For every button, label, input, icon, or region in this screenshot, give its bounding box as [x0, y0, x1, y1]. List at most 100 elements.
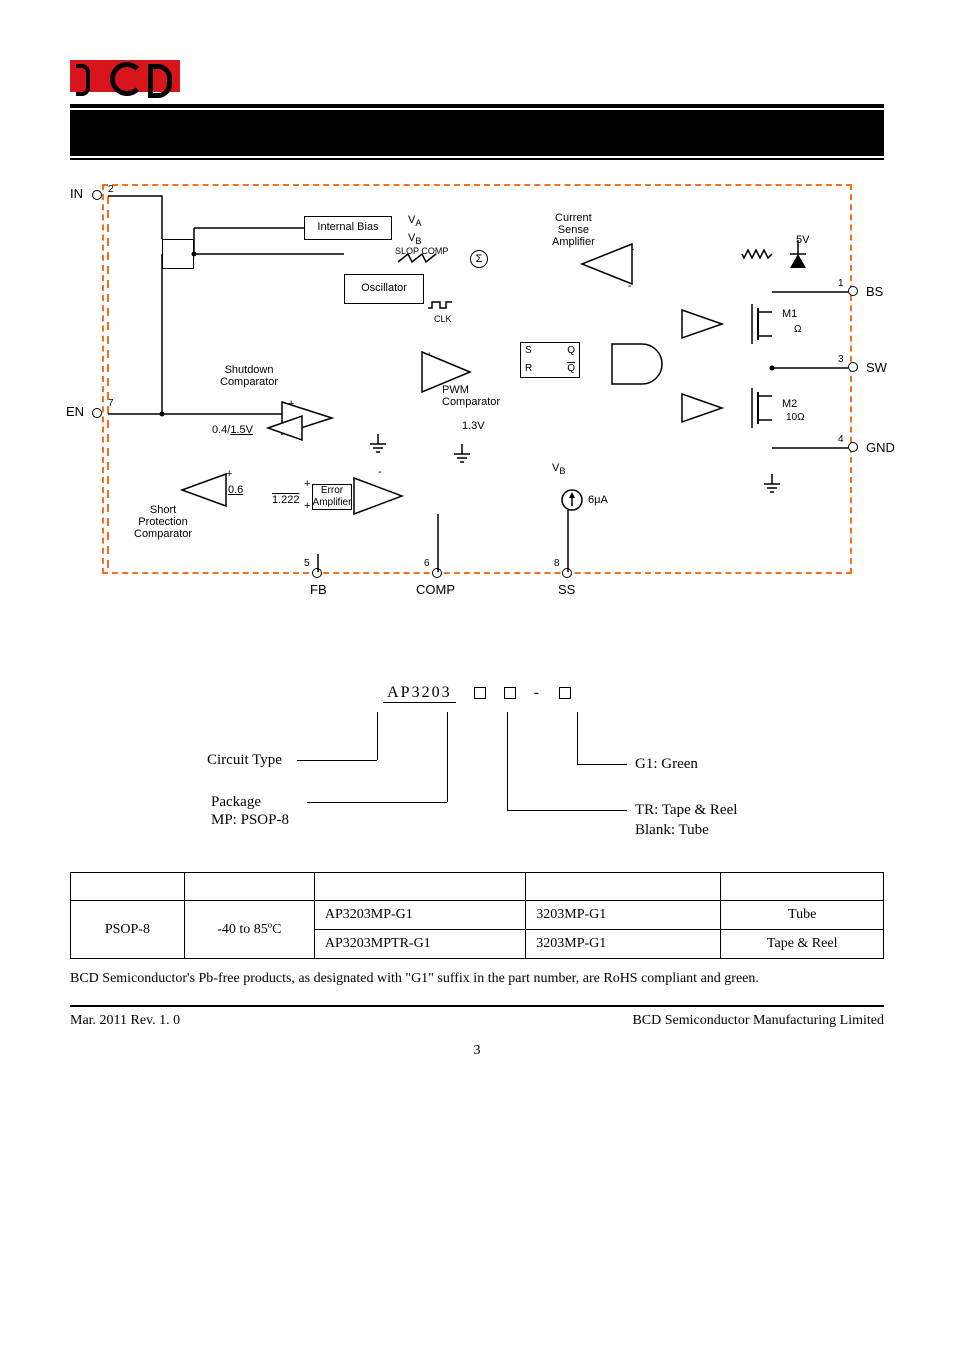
- sr-r: R: [525, 363, 532, 375]
- table-header-row: [71, 873, 884, 901]
- ea-minus: -: [378, 466, 382, 478]
- pwm-minus: -: [426, 378, 430, 390]
- pin-gnd-ring: [848, 442, 858, 452]
- pin-gnd-label: GND: [866, 440, 895, 455]
- table-row: PSOP-8 -40 to 85ºC AP3203MP-G1 3203MP-G1…: [71, 901, 884, 930]
- label-package: Package: [211, 794, 261, 811]
- label-1-222: 1.222: [272, 494, 300, 506]
- title-blackbar: [70, 110, 884, 156]
- footer-rule: [70, 1005, 884, 1007]
- pin-ss-num: 8: [554, 558, 560, 569]
- tree-line: [377, 712, 378, 760]
- order-box-1: [474, 687, 486, 699]
- pin-en-label: EN: [66, 404, 84, 419]
- cell-mark2: 3203MP-G1: [526, 930, 721, 959]
- cell-ship1: Tube: [721, 901, 884, 930]
- page-footer: Mar. 2011 Rev. 1. 0 BCD Semiconductor Ma…: [70, 1013, 884, 1029]
- pin-ss-ring: [562, 568, 572, 578]
- pin-in-ring: [92, 190, 102, 200]
- label-vb: VB: [408, 232, 421, 246]
- pin-bs-num: 1: [838, 278, 844, 289]
- logo-b-icon: [70, 60, 106, 92]
- sr-qbar: Q: [567, 363, 575, 375]
- label-m1-ohm: Ω: [794, 324, 801, 335]
- tree-line: [577, 712, 578, 764]
- pin-fb-ring: [312, 568, 322, 578]
- bcd-logo: [70, 60, 884, 92]
- tree-line: [507, 712, 508, 810]
- tree-line: [447, 712, 448, 802]
- order-box-3: [559, 687, 571, 699]
- top-rule-thick: [70, 104, 884, 108]
- block-internal-bias: Internal Bias: [304, 216, 392, 240]
- pin-comp-num: 6: [424, 558, 430, 569]
- cell-mark1: 3203MP-G1: [526, 901, 721, 930]
- part-number-template: AP3203 -: [167, 684, 787, 706]
- label-m2: M2: [782, 398, 797, 410]
- functional-block-diagram: IN 2 EN 7 1 BS 3 SW 4 GND 5 FB 6 COMP 8 …: [72, 184, 882, 624]
- ordering-info: AP3203 - Circuit Type Package MP: PSOP-8…: [167, 684, 787, 852]
- label-0-6: 0.6: [228, 484, 243, 496]
- pin-gnd-num: 4: [838, 434, 844, 445]
- ea-plus1: +: [304, 478, 310, 490]
- label-m1: M1: [782, 308, 797, 320]
- page-number: 3: [70, 1043, 884, 1059]
- sr-q: Q: [567, 345, 575, 357]
- label-1-3v: 1.3V: [462, 420, 485, 432]
- cell-ship2: Tape & Reel: [721, 930, 884, 959]
- pwm-plus: +: [426, 350, 432, 362]
- cell-package: PSOP-8: [71, 901, 185, 959]
- sp-plus: +: [226, 468, 232, 480]
- chip-boundary: [102, 184, 852, 574]
- label-va: VA: [408, 214, 421, 228]
- cell-part2: AP3203MPTR-G1: [314, 930, 525, 959]
- label-vb2: VB: [552, 462, 565, 476]
- label-circuit-type: Circuit Type: [207, 752, 282, 769]
- tree-line: [577, 764, 627, 765]
- pin-in-num: 2: [108, 184, 114, 195]
- sd-plus: +: [288, 398, 294, 410]
- label-blank: Blank: Tube: [635, 822, 709, 839]
- label-6ua: 6μA: [588, 494, 608, 506]
- block-oscillator: Oscillator: [344, 274, 424, 304]
- block-pwm-label: PWM Comparator: [442, 384, 500, 408]
- cs-plus: +: [628, 244, 634, 256]
- pin-comp-ring: [432, 568, 442, 578]
- pin-in-label: IN: [70, 186, 83, 201]
- pin-comp-label: COMP: [416, 582, 455, 597]
- pin-ss-label: SS: [558, 582, 575, 597]
- cell-part1: AP3203MP-G1: [314, 901, 525, 930]
- label-slop-comp: SLOP COMP: [395, 246, 448, 256]
- pin-bs-label: BS: [866, 284, 883, 299]
- ordering-tree: Circuit Type Package MP: PSOP-8 G1: Gree…: [167, 712, 787, 852]
- order-box-2: [504, 687, 516, 699]
- label-tr: TR: Tape & Reel: [635, 802, 737, 819]
- tree-line: [307, 802, 447, 803]
- label-package-val: MP: PSOP-8: [211, 812, 289, 829]
- label-clk: CLK: [434, 314, 452, 324]
- pin-sw-num: 3: [838, 354, 844, 365]
- block-short-prot-label: Short Protection Comparator: [134, 504, 192, 540]
- top-rule-thin: [70, 158, 884, 160]
- sigma-node: Σ: [470, 250, 488, 268]
- label-5v: 5V: [796, 234, 809, 246]
- cs-minus: -: [628, 280, 632, 292]
- pin-sw-label: SW: [866, 360, 887, 375]
- sd-minus: -: [288, 428, 292, 440]
- label-m2-ohm: 10Ω: [786, 412, 805, 423]
- order-prefix: AP3203: [383, 684, 455, 703]
- pin-sw-ring: [848, 362, 858, 372]
- pin-en-num: 7: [108, 398, 114, 409]
- block-sr-latch: S Q R Q: [520, 342, 580, 378]
- block-current-sense-label: Current Sense Amplifier: [552, 212, 595, 248]
- footer-right: BCD Semiconductor Manufacturing Limited: [632, 1013, 884, 1029]
- label-g1: G1: Green: [635, 756, 698, 773]
- tree-line: [507, 810, 627, 811]
- block-shutdown-label: Shutdown Comparator: [220, 364, 278, 388]
- pin-fb-num: 5: [304, 558, 310, 569]
- block-unnamed-top: [162, 239, 194, 269]
- label-0-4: 0.4/1.5V: [212, 424, 253, 436]
- rohs-note: BCD Semiconductor's Pb-free products, as…: [70, 971, 884, 987]
- ordering-table: PSOP-8 -40 to 85ºC AP3203MP-G1 3203MP-G1…: [70, 872, 884, 959]
- logo-d-icon: [144, 60, 180, 92]
